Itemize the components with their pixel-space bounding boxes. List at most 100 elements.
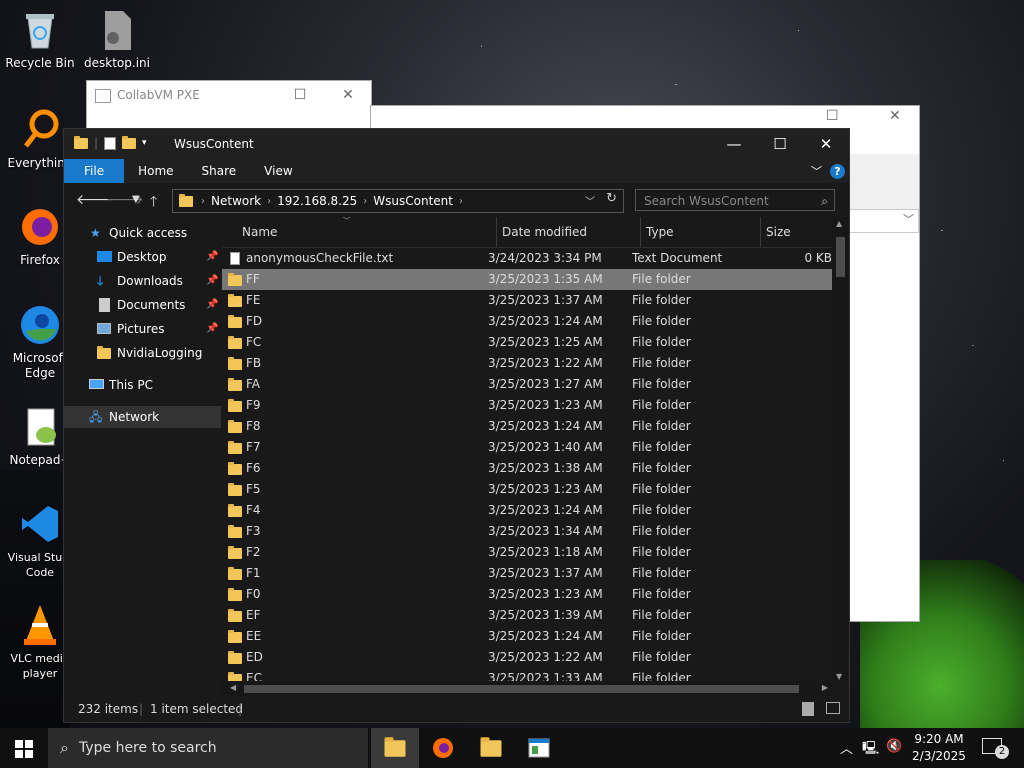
navigation-bar: 🡐 🡒 ▼ 🡑 › Network › 192.168.8.25 › WsusC…	[64, 183, 849, 217]
column-header-size[interactable]: Size	[766, 217, 791, 247]
file-row[interactable]: ED 3/25/2023 1:22 AM File folder	[222, 647, 832, 668]
taskbar-search-box[interactable]: ⌕ Type here to search	[48, 728, 368, 768]
minimize-icon[interactable]: —	[711, 129, 757, 159]
notification-center-icon[interactable]: 2	[982, 738, 1009, 759]
file-row[interactable]: F6 3/25/2023 1:38 AM File folder	[222, 458, 832, 479]
nav-downloads[interactable]: 🡓 Downloads 📌	[64, 270, 221, 292]
expand-ribbon-icon[interactable]: ﹀	[811, 163, 822, 179]
file-row[interactable]: F0 3/25/2023 1:23 AM File folder	[222, 584, 832, 605]
nav-documents[interactable]: Documents 📌	[64, 294, 221, 316]
firefox-icon	[433, 738, 453, 758]
scrollbar-thumb[interactable]	[244, 685, 799, 693]
close-icon[interactable]: ✕	[889, 108, 901, 124]
search-box[interactable]: Search WsusContent ⌕	[635, 189, 835, 211]
file-row[interactable]: FE 3/25/2023 1:37 AM File folder	[222, 290, 832, 311]
scrollbar-thumb[interactable]	[836, 237, 845, 277]
breadcrumb-network[interactable]: Network	[211, 194, 261, 208]
file-row[interactable]: F1 3/25/2023 1:37 AM File folder	[222, 563, 832, 584]
large-icons-view-icon[interactable]	[826, 702, 840, 714]
nav-label: Network	[109, 410, 160, 424]
nav-this-pc[interactable]: This PC	[64, 374, 221, 396]
tab-share[interactable]: Share	[188, 159, 251, 183]
nav-pictures[interactable]: Pictures 📌	[64, 318, 221, 340]
file-row[interactable]: FF 3/25/2023 1:35 AM File folder	[222, 269, 832, 290]
breadcrumb-separator: ›	[267, 195, 272, 207]
taskbar-app-file-explorer[interactable]	[371, 728, 419, 768]
tab-file[interactable]: File	[64, 159, 125, 183]
recent-locations-icon[interactable]: ▼	[132, 194, 140, 205]
volume-muted-icon[interactable]: 🔇	[886, 739, 902, 754]
taskbar-search-placeholder: Type here to search	[78, 740, 217, 756]
file-row[interactable]: EE 3/25/2023 1:24 AM File folder	[222, 626, 832, 647]
file-name: FD	[246, 314, 263, 328]
maximize-icon[interactable]: ☐	[277, 81, 323, 109]
desktop-icon-recycle-bin[interactable]: Recycle Bin	[0, 8, 80, 71]
file-row[interactable]: EF 3/25/2023 1:39 AM File folder	[222, 605, 832, 626]
file-row[interactable]: FC 3/25/2023 1:25 AM File folder	[222, 332, 832, 353]
column-header-name[interactable]: Name	[242, 217, 277, 247]
properties-icon[interactable]	[104, 136, 117, 150]
nav-quick-access[interactable]: ★ Quick access	[64, 222, 221, 244]
file-name: F8	[246, 419, 261, 433]
column-divider[interactable]	[760, 217, 761, 247]
close-icon[interactable]: ✕	[803, 129, 849, 159]
taskbar-app-file-manager[interactable]	[467, 728, 515, 768]
file-row[interactable]: F8 3/25/2023 1:24 AM File folder	[222, 416, 832, 437]
chevron-up-icon[interactable]: ︿	[840, 738, 853, 757]
vertical-scrollbar[interactable]: ▲ ▼	[832, 217, 848, 681]
taskbar-app-window[interactable]	[515, 728, 563, 768]
file-explorer-window[interactable]: | ▾ WsusContent — ☐ ✕ File Home Share Vi…	[63, 128, 850, 723]
maximize-icon[interactable]: ☐	[757, 129, 803, 159]
details-view-icon[interactable]	[802, 702, 814, 716]
customize-toolbar-icon[interactable]: ▾	[142, 138, 147, 148]
file-row[interactable]: F4 3/25/2023 1:24 AM File folder	[222, 500, 832, 521]
breadcrumb-wsuscontent[interactable]: WsusContent	[373, 194, 453, 208]
file-row[interactable]: FB 3/25/2023 1:22 AM File folder	[222, 353, 832, 374]
tab-home[interactable]: Home	[124, 159, 187, 183]
column-header-type[interactable]: Type	[646, 217, 674, 247]
column-divider[interactable]	[640, 217, 641, 247]
nav-desktop[interactable]: Desktop 📌	[64, 246, 221, 268]
file-row[interactable]: anonymousCheckFile.txt 3/24/2023 3:34 PM T…	[222, 248, 832, 269]
scroll-up-icon[interactable]: ▲	[836, 219, 842, 228]
file-row[interactable]: FA 3/25/2023 1:27 AM File folder	[222, 374, 832, 395]
up-icon[interactable]: 🡑	[150, 191, 157, 215]
system-clock[interactable]: 9:20 AM 2/3/2025	[908, 731, 970, 765]
text-file-icon	[230, 252, 240, 265]
file-row[interactable]: F5 3/25/2023 1:23 AM File folder	[222, 479, 832, 500]
status-separator: |	[139, 702, 144, 716]
nav-label: Quick access	[109, 226, 188, 240]
taskbar-app-firefox[interactable]	[419, 728, 467, 768]
help-icon[interactable]: ?	[830, 163, 845, 179]
scroll-right-icon[interactable]: ▶	[822, 683, 828, 692]
horizontal-scrollbar[interactable]: ◀ ▶	[222, 681, 832, 697]
nav-label: Downloads	[117, 274, 183, 288]
nav-nvidialogging[interactable]: NvidiaLogging	[64, 342, 221, 364]
address-dropdown-icon[interactable]: ﹀	[585, 193, 595, 208]
file-row[interactable]: FD 3/25/2023 1:24 AM File folder	[222, 311, 832, 332]
breadcrumb-ip[interactable]: 192.168.8.25	[277, 194, 357, 208]
scroll-left-icon[interactable]: ◀	[230, 683, 236, 692]
column-header-date[interactable]: Date modified	[502, 217, 587, 247]
column-divider[interactable]	[496, 217, 497, 247]
address-bar[interactable]: › Network › 192.168.8.25 › WsusContent ›…	[172, 189, 624, 213]
file-row[interactable]: F2 3/25/2023 1:18 AM File folder	[222, 542, 832, 563]
nav-network[interactable]: 🖧 Network	[64, 406, 221, 428]
tab-view[interactable]: View	[250, 159, 306, 183]
close-icon[interactable]: ✕	[325, 81, 371, 109]
new-folder-icon[interactable]	[122, 135, 137, 149]
network-status-icon[interactable]: 🖳	[862, 739, 879, 761]
file-row[interactable]: F3 3/25/2023 1:34 AM File folder	[222, 521, 832, 542]
application-window-icon	[528, 738, 550, 758]
desktop-icon-desktop-ini[interactable]: desktop.ini	[77, 8, 157, 71]
file-row[interactable]: F9 3/25/2023 1:23 AM File folder	[222, 395, 832, 416]
refresh-icon[interactable]: ↻	[606, 191, 617, 206]
folder-icon	[228, 609, 242, 622]
maximize-icon[interactable]: ☐	[826, 108, 839, 124]
vlc-icon	[18, 603, 62, 647]
file-row[interactable]: F7 3/25/2023 1:40 AM File folder	[222, 437, 832, 458]
folder-icon	[228, 357, 242, 370]
scroll-down-icon[interactable]: ▼	[836, 672, 842, 681]
windows-start-icon[interactable]	[15, 740, 33, 761]
file-explorer-icon	[384, 736, 406, 757]
